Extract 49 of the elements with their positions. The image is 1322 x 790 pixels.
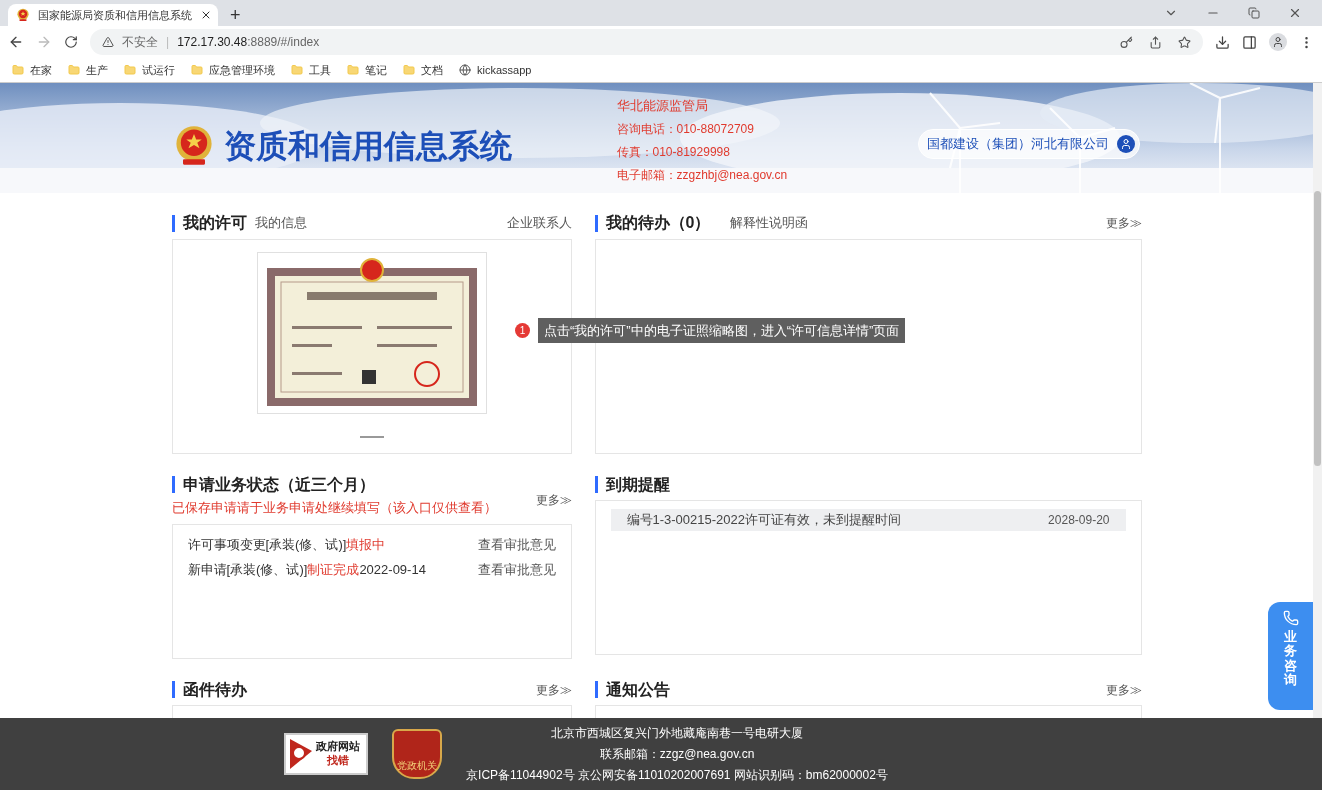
tooltip: 点击“我的许可”中的电子证照缩略图，进入“许可信息详情”页面 <box>538 318 906 343</box>
security-label: 不安全 <box>122 34 158 51</box>
footer-line: 京ICP备11044902号 京公网安备11010202007691 网站识别码：bm62000002号 <box>466 767 888 784</box>
section-title: 我的许可 <box>182 215 247 231</box>
url-text: 172.17.30.48:8889/#/index <box>177 34 320 51</box>
section-title: 到期提醒 <box>605 476 670 493</box>
expiry-date: 2028-09-20 <box>1048 512 1110 529</box>
tab-link[interactable]: 我的信息 <box>254 213 307 233</box>
contact-link[interactable]: 企业联系人 <box>506 213 572 233</box>
contact-line: 传真：010-81929998 <box>616 144 731 162</box>
expiry-text: 编号1-3-00215-2022许可证有效，未到提醒时间 <box>626 511 902 530</box>
user-button[interactable]: 国都建设（集团）河北有限公司 <box>917 129 1140 159</box>
review-link[interactable]: 查看审批意见 <box>477 534 556 555</box>
new-tab-button[interactable]: + <box>230 6 241 24</box>
tab-link[interactable]: 解释性说明函 <box>730 213 809 233</box>
bookmark[interactable]: 文档 <box>403 61 443 79</box>
notice-text: 已保存申请请于业务申请处继续填写（该入口仅供查看） <box>171 500 497 517</box>
section-title: 函件待办 <box>182 681 247 698</box>
browser-tab[interactable]: 国家能源局资质和信用信息系统 <box>8 4 218 26</box>
party-badge[interactable]: 党政机关 <box>392 729 443 779</box>
bookmark[interactable]: 应急管理环境 <box>191 61 275 79</box>
footer-line: 联系邮箱：zzgz@nea.gov.cn <box>599 746 755 763</box>
more-link[interactable]: 更多≫ <box>535 493 572 507</box>
footer-line: 北京市西城区复兴门外地藏庵南巷一号电研大厦 <box>551 725 803 742</box>
review-link[interactable]: 查看审批意见 <box>477 560 556 580</box>
address-bar[interactable]: 不安全 | 172.17.30.48:8889/#/index <box>90 29 1203 55</box>
badge-label: 找错 <box>327 754 350 768</box>
bookmark[interactable]: 在家 <box>12 61 52 79</box>
bookmark[interactable]: 笔记 <box>347 61 387 79</box>
section-title: 通知公告 <box>605 681 670 698</box>
system-title: 资质和信用信息系统 <box>223 126 512 167</box>
bookmark[interactable]: kickassapp <box>459 61 532 79</box>
bookmark[interactable]: 工具 <box>291 61 331 79</box>
section-title: 我的待办（0） <box>605 215 711 231</box>
application-item[interactable]: 新申请[承装(修、试)]制证完成2022-09-14 <box>187 560 426 580</box>
more-link[interactable]: 更多≫ <box>535 680 572 699</box>
application-item[interactable]: 许可事项变更[承装(修、试)]填报中 <box>187 534 386 555</box>
bookmark[interactable]: 试运行 <box>124 61 175 79</box>
report-badge[interactable]: 政府网站 找错 <box>284 733 369 775</box>
separator: | <box>166 34 170 51</box>
section-title: 申请业务状态（近三个月） <box>182 476 375 493</box>
bookmark[interactable]: 生产 <box>68 61 108 79</box>
more-link[interactable]: 更多≫ <box>1105 214 1142 232</box>
step-badge: 1 <box>515 323 530 338</box>
more-link[interactable]: 更多≫ <box>1105 680 1142 699</box>
agency-name: 华北能源监管局 <box>616 96 709 115</box>
contact-line: 咨询电话：010-88072709 <box>616 121 755 139</box>
badge-label: 政府网站 <box>316 740 361 754</box>
contact-line: 电子邮箱：zzgzhbj@nea.gov.cn <box>616 167 788 185</box>
